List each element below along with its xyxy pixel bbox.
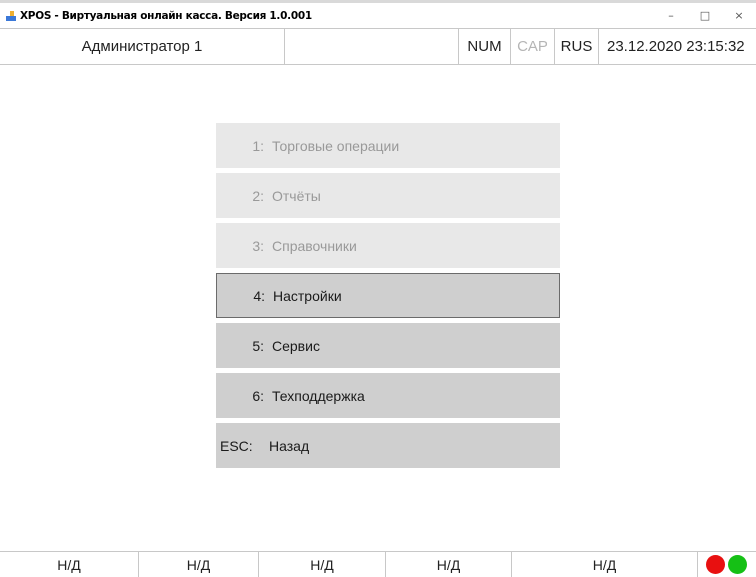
main-menu: 1: Торговые операции 2: Отчёты 3: Справо… <box>216 123 560 473</box>
menu-item-label: Справочники <box>272 237 357 254</box>
menu-item-trade-operations[interactable]: 1: Торговые операции <box>216 123 560 168</box>
menu-item-key: ESC: <box>220 437 253 454</box>
red-status-indicator <box>706 555 725 574</box>
footer-bar: Н/Д Н/Д Н/Д Н/Д Н/Д <box>0 551 756 577</box>
status-empty-cell <box>285 29 459 64</box>
maximize-button[interactable]: □ <box>688 9 722 22</box>
caps-lock-indicator: CAP <box>511 29 555 64</box>
close-button[interactable]: × <box>722 9 756 22</box>
footer-cell: Н/Д <box>139 552 259 577</box>
menu-item-key: 4: <box>253 287 265 304</box>
menu-item-label: Настройки <box>273 287 342 304</box>
menu-item-label: Торговые операции <box>272 137 400 154</box>
footer-cell: Н/Д <box>386 552 512 577</box>
menu-item-label: Отчёты <box>272 187 321 204</box>
num-lock-indicator: NUM <box>459 29 511 64</box>
menu-item-label: Сервис <box>272 337 320 354</box>
menu-item-label: Назад <box>269 437 310 454</box>
menu-item-key: 5: <box>252 337 264 354</box>
menu-item-directories[interactable]: 3: Справочники <box>216 223 560 268</box>
menu-item-back[interactable]: ESC: Назад <box>216 423 560 468</box>
menu-item-service[interactable]: 5: Сервис <box>216 323 560 368</box>
app-icon <box>6 10 16 21</box>
title-bar: XPOS - Виртуальная онлайн касса. Версия … <box>0 0 756 28</box>
menu-item-key: 1: <box>252 137 264 154</box>
minimize-button[interactable]: – <box>654 9 688 22</box>
window-controls: – □ × <box>654 3 756 28</box>
footer-cell: Н/Д <box>259 552 386 577</box>
menu-item-key: 3: <box>252 237 264 254</box>
menu-item-support[interactable]: 6: Техподдержка <box>216 373 560 418</box>
datetime: 23.12.2020 23:15:32 <box>607 38 745 55</box>
footer-cell: Н/Д <box>512 552 698 577</box>
status-bar: Администратор 1 NUM CAP RUS 23.12.2020 2… <box>0 28 756 65</box>
green-status-indicator <box>728 555 747 574</box>
window-title: XPOS - Виртуальная онлайн касса. Версия … <box>20 9 312 22</box>
menu-item-label: Техподдержка <box>272 387 365 404</box>
menu-item-settings[interactable]: 4: Настройки <box>216 273 560 318</box>
status-lights <box>698 552 756 577</box>
current-user: Администратор 1 <box>0 29 285 64</box>
menu-item-reports[interactable]: 2: Отчёты <box>216 173 560 218</box>
footer-cell: Н/Д <box>0 552 139 577</box>
keyboard-language: RUS <box>555 29 599 64</box>
menu-item-key: 2: <box>252 187 264 204</box>
menu-item-key: 6: <box>252 387 264 404</box>
